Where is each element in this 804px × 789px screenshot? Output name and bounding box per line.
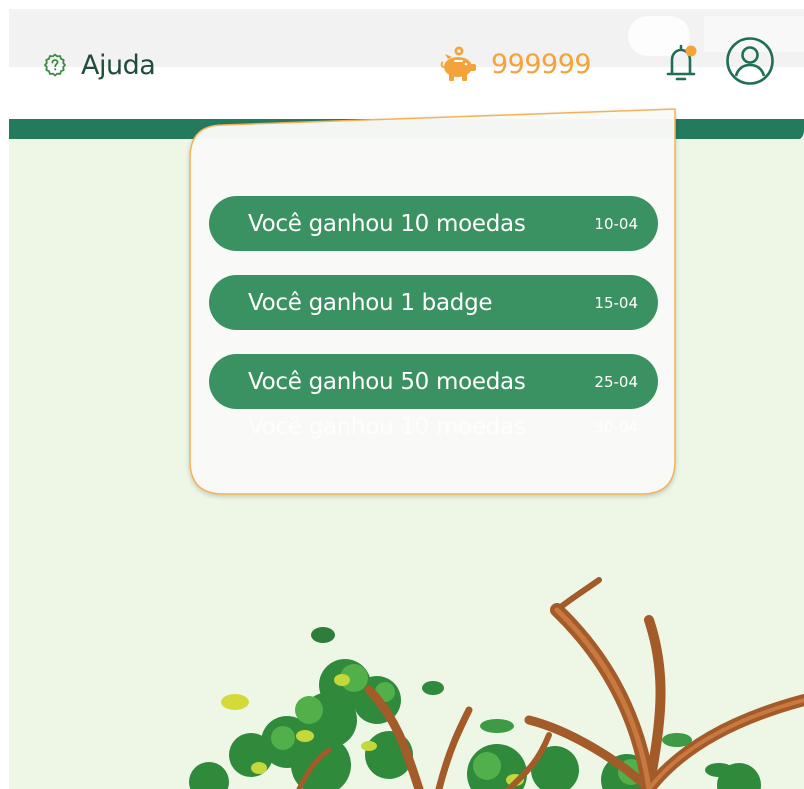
coin-count: 999999: [491, 48, 592, 80]
notification-text: Você ganhou 50 moedas: [248, 368, 526, 395]
help-link[interactable]: Ajuda: [43, 48, 156, 82]
notification-text: Você ganhou 10 moedas: [248, 210, 526, 237]
notification-date: 10-04: [594, 214, 638, 233]
app-frame: Ajuda 999999 Você ganhou 10 moedas 10-04…: [9, 0, 804, 789]
help-icon: [44, 53, 66, 77]
notification-date: 25-04: [594, 372, 638, 391]
piggy-bank-icon: [440, 46, 476, 81]
notification-item[interactable]: Você ganhou 50 moedas 25-04: [209, 354, 658, 409]
coin-balance: 999999: [439, 42, 592, 86]
notification-item-partial: Você ganhou 10 moedas 30-04: [209, 405, 658, 449]
notification-popover: Você ganhou 10 moedas 10-04 Você ganhou …: [185, 107, 683, 503]
notification-text: Você ganhou 1 badge: [248, 289, 493, 316]
tree-illustration: [189, 577, 804, 789]
notification-date: 15-04: [594, 293, 638, 312]
notification-date: 30-04: [594, 418, 638, 436]
bell-icon[interactable]: [663, 41, 699, 85]
notification-item[interactable]: Você ganhou 1 badge 15-04: [209, 275, 658, 330]
notification-item[interactable]: Você ganhou 10 moedas 10-04: [209, 196, 658, 251]
notification-text: Você ganhou 10 moedas: [248, 414, 526, 440]
help-label: Ajuda: [81, 49, 156, 81]
profile-icon[interactable]: [725, 36, 775, 86]
